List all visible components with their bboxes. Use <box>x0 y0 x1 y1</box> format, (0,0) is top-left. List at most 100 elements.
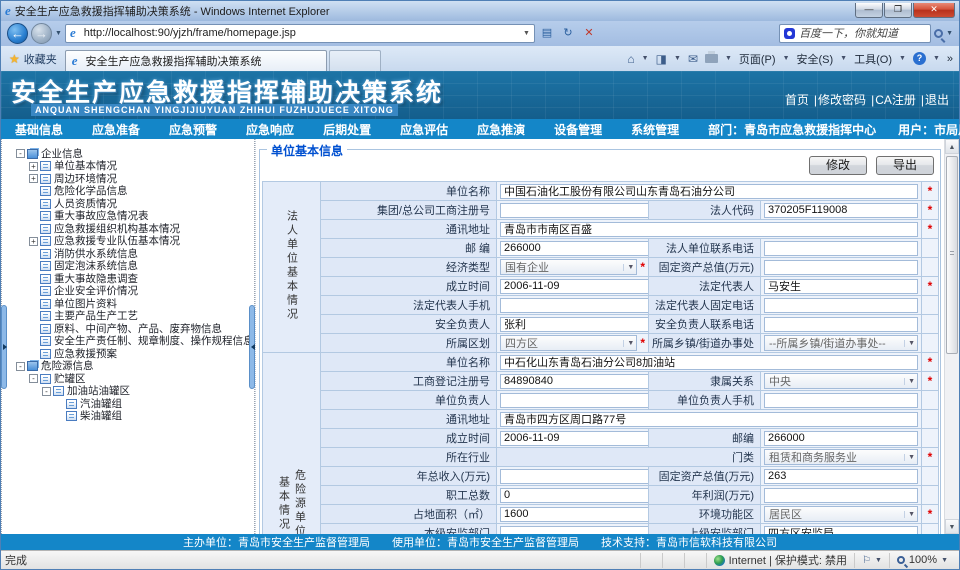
tree-splitter-handle[interactable] <box>249 305 255 389</box>
form-input[interactable] <box>500 412 918 427</box>
forward-button[interactable]: → <box>31 23 52 44</box>
safety-menu[interactable]: 安全(S) <box>797 51 834 67</box>
form-select[interactable]: --所属乡镇/街道办事处--▼ <box>764 335 918 351</box>
left-splitter-handle[interactable] <box>1 305 7 389</box>
form-input[interactable] <box>764 260 918 275</box>
tree-item[interactable]: 消防供水系统信息 <box>10 247 254 260</box>
menu-item-6[interactable]: 应急推演 <box>477 121 525 138</box>
top-link[interactable]: 首页 <box>785 93 809 107</box>
form-select[interactable]: 四方区▼ <box>500 335 637 351</box>
menu-item-1[interactable]: 应急准备 <box>92 121 140 138</box>
compatibility-view-icon[interactable]: ▤ <box>538 24 556 42</box>
form-input[interactable] <box>500 279 649 294</box>
form-input[interactable] <box>500 203 649 218</box>
collapse-icon[interactable]: - <box>16 149 25 158</box>
more-commands[interactable]: » <box>947 53 953 65</box>
export-button[interactable]: 导出 <box>876 156 934 175</box>
menu-item-7[interactable]: 设备管理 <box>554 121 602 138</box>
expand-icon[interactable]: + <box>29 174 38 183</box>
tree-item[interactable]: +周边环境情况 <box>10 172 254 185</box>
tree-item[interactable]: 人员资质情况 <box>10 197 254 210</box>
form-input[interactable] <box>764 431 918 446</box>
tree-item[interactable]: -危险源信息 <box>10 360 254 373</box>
tree-item[interactable]: 固定泡沫系统信息 <box>10 260 254 273</box>
form-input[interactable] <box>500 222 918 237</box>
form-input[interactable] <box>764 393 918 408</box>
search-box[interactable]: 百度一下，你就知道 <box>779 24 931 43</box>
form-input[interactable] <box>500 431 649 446</box>
print-icon[interactable] <box>705 54 718 63</box>
top-link[interactable]: 修改密码 <box>818 93 866 107</box>
modify-button[interactable]: 修改 <box>809 156 867 175</box>
page-menu[interactable]: 页面(P) <box>739 51 776 67</box>
form-select[interactable]: 国有企业▼ <box>500 259 637 275</box>
form-input[interactable] <box>500 184 918 199</box>
search-dropdown-icon[interactable]: ▼ <box>946 30 953 37</box>
form-input[interactable] <box>500 241 649 256</box>
help-icon[interactable]: ? <box>913 52 926 65</box>
menu-item-8[interactable]: 系统管理 <box>631 121 679 138</box>
menu-item-0[interactable]: 基础信息 <box>15 121 63 138</box>
form-input[interactable] <box>764 469 918 484</box>
tools-menu[interactable]: 工具(O) <box>854 51 892 67</box>
expand-icon[interactable]: + <box>29 162 38 171</box>
favorites-button[interactable]: ★ 收藏夹 <box>7 51 65 71</box>
zoom-control[interactable]: 100% ▼ <box>889 553 955 568</box>
form-input[interactable] <box>500 393 649 408</box>
tree-item[interactable]: 汽油罐组 <box>10 397 254 410</box>
form-input[interactable] <box>500 526 649 534</box>
vertical-scrollbar[interactable]: ▲ ▼ <box>944 139 959 534</box>
scroll-down-icon[interactable]: ▼ <box>945 519 959 534</box>
scroll-up-icon[interactable]: ▲ <box>945 139 959 154</box>
print-dropdown-icon[interactable]: ▼ <box>725 55 732 62</box>
expand-icon[interactable]: + <box>29 237 38 246</box>
form-input[interactable] <box>764 317 918 332</box>
tree-item[interactable]: -贮罐区 <box>10 372 254 385</box>
scrollbar-thumb[interactable] <box>946 156 958 354</box>
search-input[interactable]: 百度一下，你就知道 <box>799 25 926 41</box>
form-input[interactable] <box>500 298 649 313</box>
tree-item[interactable]: 安全生产责任制、规章制度、操作规程信息 <box>10 335 254 348</box>
form-input[interactable] <box>764 526 918 534</box>
form-input[interactable] <box>500 507 649 522</box>
new-tab-button[interactable] <box>329 50 381 71</box>
tree-item[interactable]: 应急救援预案 <box>10 347 254 360</box>
close-button[interactable]: ✕ <box>913 3 955 18</box>
tree-item[interactable]: +应急救援专业队伍基本情况 <box>10 235 254 248</box>
menu-item-3[interactable]: 应急响应 <box>246 121 294 138</box>
form-input[interactable] <box>500 488 649 503</box>
tree-item[interactable]: +单位基本情况 <box>10 160 254 173</box>
tree-item[interactable]: 重大事故应急情况表 <box>10 210 254 223</box>
mail-icon[interactable]: ✉ <box>688 52 698 66</box>
maximize-button[interactable]: ❐ <box>884 3 912 18</box>
collapse-icon[interactable]: - <box>29 374 38 383</box>
menu-item-2[interactable]: 应急预警 <box>169 121 217 138</box>
home-dropdown-icon[interactable]: ▼ <box>642 55 649 62</box>
form-input[interactable] <box>764 488 918 503</box>
active-tab[interactable]: e 安全生产应急救援指挥辅助决策系统 <box>65 50 327 71</box>
tree-item[interactable]: 单位图片资料 <box>10 297 254 310</box>
form-input[interactable] <box>764 203 918 218</box>
tree-item[interactable]: -企业信息 <box>10 147 254 160</box>
refresh-button[interactable]: ↻ <box>559 24 577 42</box>
stop-button[interactable]: ✕ <box>580 24 598 42</box>
address-url[interactable]: http://localhost:90/yjzh/frame/homepage.… <box>84 27 519 39</box>
form-input[interactable] <box>500 469 649 484</box>
search-icon[interactable] <box>934 29 943 38</box>
menu-item-5[interactable]: 应急评估 <box>400 121 448 138</box>
tree-item[interactable]: 危险化学品信息 <box>10 185 254 198</box>
form-select[interactable]: 中央▼ <box>764 373 918 389</box>
tree-item[interactable]: -加油站油罐区 <box>10 385 254 398</box>
form-input[interactable] <box>764 279 918 294</box>
history-dropdown-icon[interactable]: ▼ <box>55 30 62 37</box>
tree-item[interactable]: 应急救援组织机构基本情况 <box>10 222 254 235</box>
tree-item[interactable]: 重大事故隐患调查 <box>10 272 254 285</box>
menu-item-4[interactable]: 后期处置 <box>323 121 371 138</box>
form-input[interactable] <box>500 355 918 370</box>
form-input[interactable] <box>500 374 649 389</box>
top-link[interactable]: 退出 <box>925 93 949 107</box>
form-input[interactable] <box>764 298 918 313</box>
collapse-icon[interactable]: - <box>16 362 25 371</box>
tree-item[interactable]: 企业安全评价情况 <box>10 285 254 298</box>
feeds-icon[interactable]: ◨ <box>656 52 667 66</box>
